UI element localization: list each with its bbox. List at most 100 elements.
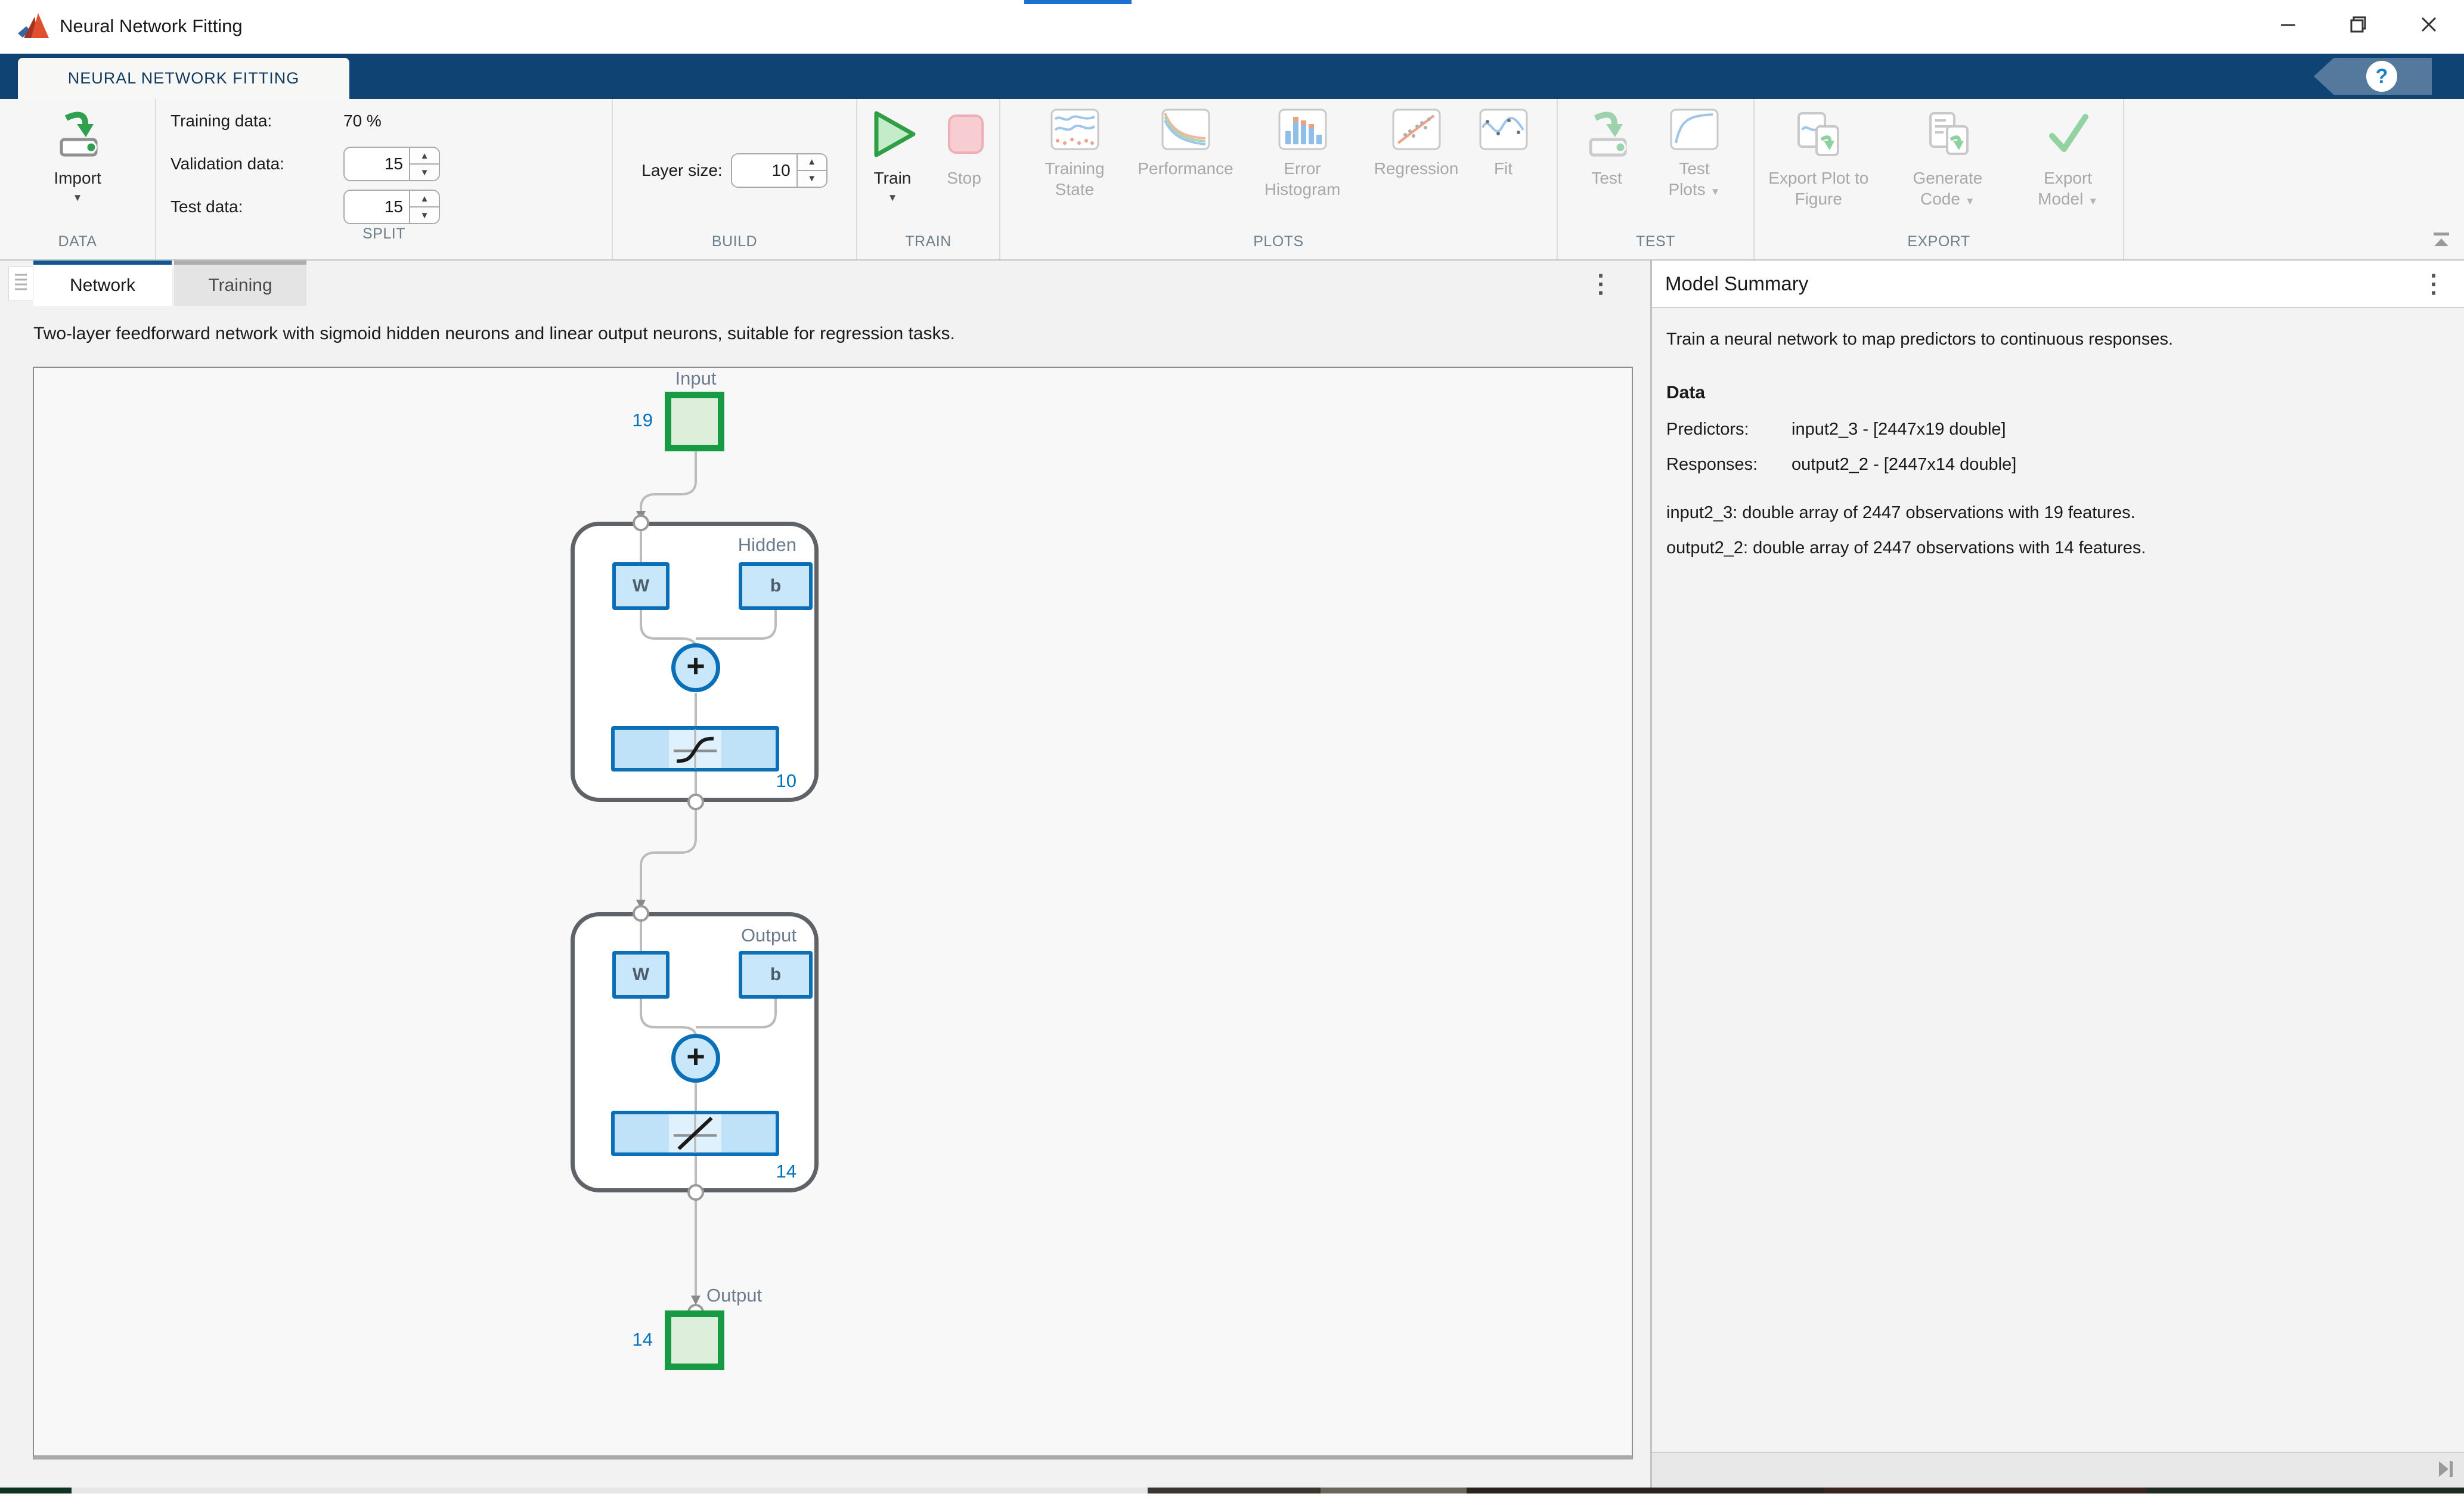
data-heading: Data bbox=[1666, 383, 2446, 403]
dock-grip-icon[interactable] bbox=[8, 267, 33, 301]
background-window-accent bbox=[1024, 0, 1132, 4]
fit-button: Fit bbox=[1480, 107, 1527, 180]
test-icon bbox=[1581, 109, 1632, 163]
test-data-spinner[interactable]: ▲ ▼ bbox=[343, 190, 440, 224]
network-document-area: Network Training ⋮ Two-layer feedforward… bbox=[0, 261, 1650, 1488]
error-histogram-icon bbox=[1278, 109, 1327, 153]
restore-button[interactable] bbox=[2323, 0, 2394, 49]
linear-activation-icon bbox=[669, 1114, 721, 1152]
section-plots: Training State Performance bbox=[1000, 99, 1558, 259]
test-plots-caret-icon: ▼ bbox=[1710, 186, 1721, 197]
input-node-label: Input bbox=[654, 368, 737, 389]
panel-footer-bar bbox=[1652, 1452, 2464, 1488]
hidden-bias-box[interactable]: b bbox=[739, 562, 813, 610]
responses-note: output2_2: double array of 2447 observat… bbox=[1666, 538, 2446, 558]
import-button[interactable]: Import ▼ bbox=[46, 107, 109, 205]
close-button[interactable] bbox=[2394, 0, 2464, 49]
generate-code-caret-icon: ▼ bbox=[1965, 196, 1975, 207]
train-icon bbox=[867, 109, 918, 163]
section-export: Export Plot to Figure Generate Code▼ bbox=[1755, 99, 2124, 259]
test-label: Test bbox=[1591, 168, 1622, 188]
network-description: Two-layer feedforward network with sigmo… bbox=[33, 324, 1650, 344]
hidden-layer-size: 10 bbox=[776, 770, 796, 792]
tab-training[interactable]: Training bbox=[174, 261, 306, 306]
input-node[interactable] bbox=[665, 392, 724, 451]
hidden-activation-box[interactable] bbox=[611, 726, 779, 771]
section-label-plots: PLOTS bbox=[1005, 233, 1552, 259]
layer-size-label: Layer size: bbox=[641, 161, 722, 180]
minimize-button[interactable] bbox=[2253, 0, 2323, 49]
regression-label: Regression bbox=[1374, 158, 1459, 179]
tab-network[interactable]: Network bbox=[33, 261, 172, 306]
export-plot-to-figure-button: Export Plot to Figure bbox=[1759, 107, 1878, 210]
generate-code-button: Generate Code▼ bbox=[1895, 107, 2001, 213]
performance-button: Performance bbox=[1135, 107, 1236, 180]
responses-row: Responses: output2_2 - [2447x14 double] bbox=[1666, 455, 2446, 475]
document-options-menu[interactable]: ⋮ bbox=[1588, 269, 1613, 298]
section-label-test: TEST bbox=[1563, 233, 1749, 259]
training-data-value: 70 % bbox=[343, 111, 382, 131]
train-caret-icon: ▼ bbox=[888, 192, 898, 204]
fit-icon bbox=[1479, 109, 1528, 153]
training-state-button: Training State bbox=[1030, 107, 1120, 201]
matlab-logo-icon bbox=[17, 11, 50, 46]
stop-button: Stop bbox=[932, 107, 996, 190]
window-title: Neural Network Fitting bbox=[60, 16, 243, 37]
train-button[interactable]: Train ▼ bbox=[861, 107, 924, 205]
model-summary-title: Model Summary bbox=[1665, 272, 1808, 295]
output-size-label: 14 bbox=[611, 1329, 653, 1350]
test-plots-label: Test Plots▼ bbox=[1659, 158, 1730, 202]
model-summary-options-menu[interactable]: ⋮ bbox=[2421, 269, 2446, 298]
export-plot-icon bbox=[1793, 109, 1844, 163]
section-split: Training data: 70 % Validation data: ▲ ▼… bbox=[156, 99, 613, 259]
predictors-note: input2_3: double array of 2447 observati… bbox=[1666, 503, 2446, 523]
predictors-value: input2_3 - [2447x19 double] bbox=[1792, 420, 2006, 439]
layer-size-step-down-icon[interactable]: ▼ bbox=[798, 171, 826, 187]
validation-step-up-icon[interactable]: ▲ bbox=[410, 148, 439, 165]
section-label-data: DATA bbox=[5, 233, 150, 259]
export-plot-label: Export Plot to Figure bbox=[1765, 168, 1872, 209]
validation-step-down-icon[interactable]: ▼ bbox=[410, 165, 439, 180]
network-diagram-canvas[interactable]: Input 19 Hidden 10 W b + bbox=[33, 367, 1633, 1460]
layer-size-step-up-icon[interactable]: ▲ bbox=[798, 154, 826, 171]
fit-label: Fit bbox=[1494, 158, 1513, 179]
collapse-ribbon-button[interactable] bbox=[2431, 230, 2452, 253]
tab-neural-network-fitting[interactable]: NEURAL NETWORK FITTING bbox=[18, 58, 349, 99]
title-bar: Neural Network Fitting bbox=[0, 0, 2464, 54]
section-label-split: SPLIT bbox=[161, 225, 607, 252]
output-node[interactable] bbox=[665, 1310, 724, 1370]
output-layer-label: Output bbox=[741, 925, 796, 946]
test-data-input[interactable] bbox=[345, 191, 409, 223]
output-activation-box[interactable] bbox=[611, 1111, 779, 1156]
test-step-up-icon[interactable]: ▲ bbox=[410, 191, 439, 207]
export-model-icon bbox=[2043, 109, 2094, 163]
sigmoid-activation-icon bbox=[669, 730, 721, 768]
section-label-export: EXPORT bbox=[1759, 233, 2118, 259]
predictors-row: Predictors: input2_3 - [2447x19 double] bbox=[1666, 420, 2446, 439]
help-button[interactable]: ? bbox=[2314, 58, 2432, 95]
output-sum-node[interactable]: + bbox=[671, 1034, 720, 1083]
hidden-layer-label: Hidden bbox=[738, 534, 796, 556]
validation-data-label: Validation data: bbox=[171, 154, 343, 173]
generate-code-label: Generate Code▼ bbox=[1901, 168, 1995, 212]
section-train: Train ▼ Stop TRAIN bbox=[857, 99, 1000, 259]
responses-label: Responses: bbox=[1666, 455, 1792, 475]
hidden-weights-box[interactable]: W bbox=[612, 562, 670, 610]
test-step-down-icon[interactable]: ▼ bbox=[410, 207, 439, 223]
import-caret-icon: ▼ bbox=[73, 192, 83, 204]
expand-panel-icon[interactable] bbox=[2437, 1458, 2456, 1483]
output-bias-box[interactable]: b bbox=[739, 951, 813, 999]
layer-size-spinner[interactable]: ▲ ▼ bbox=[731, 153, 827, 188]
validation-data-input[interactable] bbox=[345, 148, 409, 180]
output-node-label: Output bbox=[706, 1285, 762, 1306]
background-taskbar-sliver bbox=[0, 1488, 2464, 1493]
train-label: Train bbox=[874, 168, 912, 188]
layer-size-input[interactable] bbox=[732, 154, 796, 187]
hidden-sum-node[interactable]: + bbox=[671, 643, 720, 692]
validation-data-spinner[interactable]: ▲ ▼ bbox=[343, 147, 440, 181]
section-build: Layer size: ▲ ▼ BUILD bbox=[613, 99, 857, 259]
import-icon bbox=[52, 109, 103, 163]
output-layer-size: 14 bbox=[776, 1161, 796, 1182]
section-test: Test Test Plots▼ TEST bbox=[1558, 99, 1755, 259]
output-weights-box[interactable]: W bbox=[612, 951, 670, 999]
